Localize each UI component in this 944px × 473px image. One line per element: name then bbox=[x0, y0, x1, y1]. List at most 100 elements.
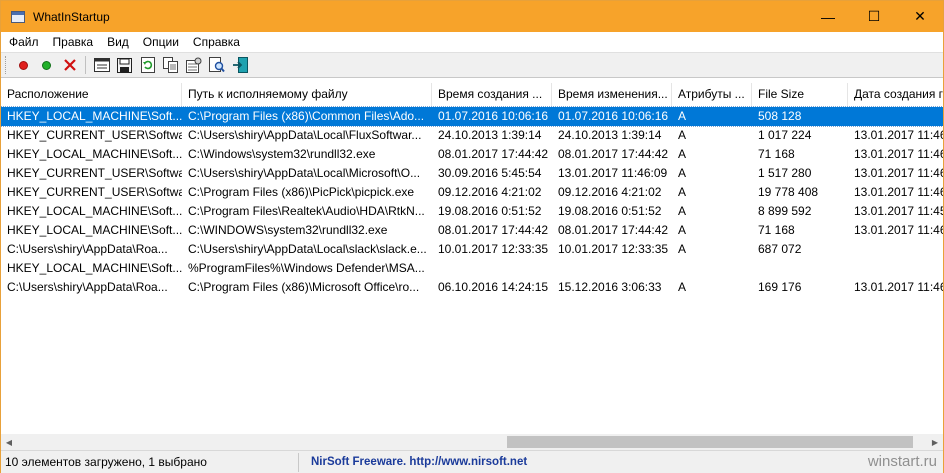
cell-entry-created: 13.01.2017 11:46 bbox=[854, 147, 943, 161]
cell-location: HKEY_CURRENT_USER\Softwa... bbox=[7, 185, 182, 199]
menu-options[interactable]: Опции bbox=[136, 32, 186, 52]
table-row[interactable]: HKEY_LOCAL_MACHINE\Soft... C:\Windows\sys… bbox=[1, 145, 943, 164]
menu-file[interactable]: Файл bbox=[1, 32, 46, 52]
col-modified[interactable]: Время изменения... bbox=[552, 83, 672, 107]
window-title: WhatInStartup bbox=[33, 9, 110, 24]
window-controls: — ☐ ✕ bbox=[805, 1, 943, 32]
title-bar[interactable]: WhatInStartup — ☐ ✕ bbox=[1, 1, 943, 32]
cell-exe-path: C:\Windows\system32\rundll32.exe bbox=[188, 147, 376, 161]
cell-entry-created: 13.01.2017 11:46 bbox=[854, 223, 943, 237]
toolbar bbox=[1, 52, 943, 78]
options-button[interactable] bbox=[182, 54, 205, 76]
scroll-track[interactable] bbox=[17, 434, 927, 450]
app-window: WhatInStartup — ☐ ✕ Файл Правка Вид Опци… bbox=[0, 0, 944, 473]
cell-created: 08.01.2017 17:44:42 bbox=[438, 223, 549, 237]
cell-created: 24.10.2013 1:39:14 bbox=[438, 128, 542, 142]
cell-attributes: A bbox=[678, 147, 687, 161]
save-icon bbox=[117, 57, 132, 73]
status-bar: 10 элементов загружено, 1 выбрано NirSof… bbox=[1, 450, 943, 473]
cell-file-size: 19 778 408 bbox=[758, 185, 819, 199]
menu-edit[interactable]: Правка bbox=[46, 32, 101, 52]
scroll-thumb[interactable] bbox=[507, 436, 913, 448]
cell-exe-path: C:\Program Files\Realtek\Audio\HDA\RtkN.… bbox=[188, 204, 425, 218]
cell-location: C:\Users\shiry\AppData\Roa... bbox=[7, 280, 168, 294]
col-file-size[interactable]: File Size bbox=[752, 83, 848, 107]
cell-modified: 13.01.2017 11:46:09 bbox=[558, 166, 668, 180]
app-icon bbox=[11, 10, 25, 23]
table-row[interactable]: HKEY_CURRENT_USER\Softwa... C:\Users\shir… bbox=[1, 126, 943, 145]
table-row[interactable]: HKEY_LOCAL_MACHINE\Soft... C:\Program Fil… bbox=[1, 106, 943, 127]
properties-icon bbox=[93, 58, 110, 72]
copy-button[interactable] bbox=[159, 54, 182, 76]
close-button[interactable]: ✕ bbox=[897, 1, 943, 32]
menu-bar: Файл Правка Вид Опции Справка bbox=[1, 32, 943, 52]
table-row[interactable]: HKEY_LOCAL_MACHINE\Soft... C:\Program Fil… bbox=[1, 202, 943, 221]
cell-created: 06.10.2016 14:24:15 bbox=[438, 280, 549, 294]
horizontal-scrollbar[interactable]: ◀ ▶ bbox=[1, 434, 943, 450]
watermark: winstart.ru bbox=[867, 453, 937, 470]
cell-location: HKEY_CURRENT_USER\Softwa... bbox=[7, 128, 182, 142]
col-created[interactable]: Время создания ... bbox=[432, 83, 552, 107]
cell-file-size: 8 899 592 bbox=[758, 204, 812, 218]
refresh-button[interactable] bbox=[136, 54, 159, 76]
cell-file-size: 687 072 bbox=[758, 242, 802, 256]
find-icon bbox=[208, 57, 225, 73]
toolbar-grip[interactable] bbox=[5, 56, 8, 74]
table-row[interactable]: C:\Users\shiry\AppData\Roa... C:\Program … bbox=[1, 278, 943, 297]
delete-button[interactable] bbox=[58, 54, 81, 76]
cell-attributes: A bbox=[678, 128, 687, 142]
table-row[interactable]: HKEY_LOCAL_MACHINE\Soft... C:\WINDOWS\sys… bbox=[1, 221, 943, 240]
cell-created: 30.09.2016 5:45:54 bbox=[438, 166, 542, 180]
save-button[interactable] bbox=[113, 54, 136, 76]
cell-created: 19.08.2016 0:51:52 bbox=[438, 204, 542, 218]
col-attributes[interactable]: Атрибуты ... bbox=[672, 83, 752, 107]
cell-location: HKEY_CURRENT_USER\Softwa... bbox=[7, 166, 182, 180]
cell-exe-path: %ProgramFiles%\Windows Defender\MSA... bbox=[188, 261, 425, 275]
find-button[interactable] bbox=[205, 54, 228, 76]
cell-attributes: A bbox=[678, 166, 687, 180]
cell-exe-path: C:\Program Files (x86)\Microsoft Office\… bbox=[188, 280, 420, 294]
toolbar-separator bbox=[85, 56, 86, 74]
disable-button[interactable] bbox=[12, 54, 35, 76]
table-row[interactable]: HKEY_CURRENT_USER\Softwa... C:\Program Fi… bbox=[1, 183, 943, 202]
cell-modified: 10.01.2017 12:33:35 bbox=[558, 242, 669, 256]
col-location[interactable]: Расположение bbox=[1, 83, 182, 107]
cell-modified: 08.01.2017 17:44:42 bbox=[558, 147, 669, 161]
table-row[interactable]: HKEY_CURRENT_USER\Softwa... C:\Users\shir… bbox=[1, 164, 943, 183]
cell-attributes: A bbox=[678, 109, 687, 123]
cell-modified bbox=[552, 259, 672, 278]
col-exe-path[interactable]: Путь к исполняемому файлу bbox=[182, 83, 432, 107]
options-icon bbox=[185, 57, 201, 73]
menu-view[interactable]: Вид bbox=[100, 32, 136, 52]
refresh-icon bbox=[140, 57, 155, 73]
cell-modified: 08.01.2017 17:44:42 bbox=[558, 223, 669, 237]
minimize-button[interactable]: — bbox=[805, 1, 851, 32]
cell-entry-created: 13.01.2017 11:45 bbox=[854, 204, 943, 218]
cell-location: C:\Users\shiry\AppData\Roa... bbox=[7, 242, 168, 256]
cell-entry-created bbox=[848, 259, 943, 278]
properties-button[interactable] bbox=[90, 54, 113, 76]
table-row[interactable]: HKEY_LOCAL_MACHINE\Soft... %ProgramFiles%… bbox=[1, 259, 943, 278]
cell-entry-created: 13.01.2017 11:46 bbox=[854, 280, 943, 294]
cell-modified: 19.08.2016 0:51:52 bbox=[558, 204, 662, 218]
cell-location: HKEY_LOCAL_MACHINE\Soft... bbox=[7, 109, 182, 123]
cell-created: 01.07.2016 10:06:16 bbox=[438, 109, 549, 123]
maximize-button[interactable]: ☐ bbox=[851, 1, 897, 32]
enable-button[interactable] bbox=[35, 54, 58, 76]
cell-created: 08.01.2017 17:44:42 bbox=[438, 147, 549, 161]
col-entry-created[interactable]: Дата создания г bbox=[848, 83, 943, 107]
nirsoft-link[interactable]: NirSoft Freeware. http://www.nirsoft.net bbox=[299, 456, 527, 468]
exit-button[interactable] bbox=[228, 54, 251, 76]
scroll-right-icon[interactable]: ▶ bbox=[927, 434, 943, 450]
cell-location: HKEY_LOCAL_MACHINE\Soft... bbox=[7, 204, 182, 218]
menu-help[interactable]: Справка bbox=[186, 32, 247, 52]
scroll-left-icon[interactable]: ◀ bbox=[1, 434, 17, 450]
startup-list[interactable]: Расположение Путь к исполняемому файлу В… bbox=[1, 79, 943, 434]
cell-exe-path: C:\Users\shiry\AppData\Local\FluxSoftwar… bbox=[188, 128, 422, 142]
status-count: 10 элементов загружено, 1 выбрано bbox=[1, 452, 299, 472]
table-row[interactable]: C:\Users\shiry\AppData\Roa... C:\Users\sh… bbox=[1, 240, 943, 259]
cell-location: HKEY_LOCAL_MACHINE\Soft... bbox=[7, 261, 182, 275]
cell-attributes: A bbox=[678, 280, 687, 294]
red-dot-icon bbox=[19, 60, 28, 70]
green-dot-icon bbox=[42, 60, 51, 70]
